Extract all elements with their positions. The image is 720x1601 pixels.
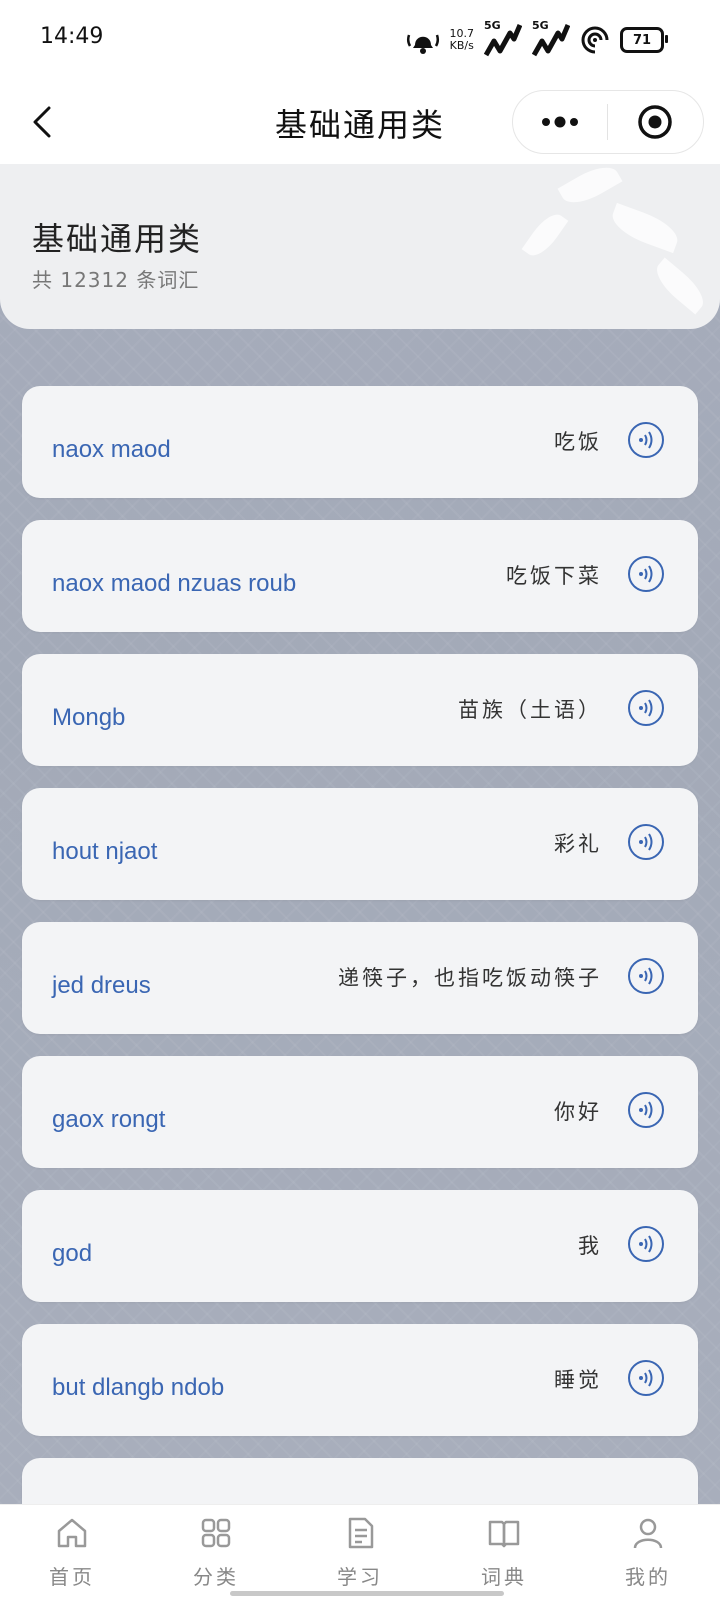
word-meaning: 你好 — [554, 1100, 602, 1124]
status-time: 14:49 — [40, 24, 104, 49]
category-title: 基础通用类 — [32, 220, 203, 258]
signal-5g-icon: 5G — [531, 19, 571, 59]
category-header: 基础通用类 共 12312 条词汇 — [0, 164, 720, 329]
speaker-icon — [639, 431, 653, 449]
speaker-icon — [639, 1235, 653, 1253]
word-card[interactable]: but dlangb ndob 睡觉 — [22, 1324, 698, 1436]
nav-bar: 基础通用类 — [0, 80, 720, 164]
word-meaning: 我 — [578, 1234, 602, 1258]
word-card[interactable]: gaox rongt 你好 — [22, 1056, 698, 1168]
sim1-label: 5G — [484, 19, 501, 32]
bottom-tab-bar: 首页 分类 学习 词典 我的 — [0, 1504, 720, 1601]
leaf-decoration — [649, 257, 711, 315]
word-card[interactable]: naox maod 吃饭 — [22, 386, 698, 498]
play-audio-button[interactable] — [628, 1226, 664, 1262]
tab-label: 首页 — [49, 1565, 95, 1589]
tab-label: 分类 — [193, 1565, 239, 1589]
speaker-icon — [639, 699, 653, 717]
sim2-label: 5G — [532, 19, 549, 32]
word-card[interactable]: jed dreus 递筷子，也指吃饭动筷子 — [22, 922, 698, 1034]
play-audio-button[interactable] — [628, 1092, 664, 1128]
book-icon — [488, 1520, 520, 1548]
leaf-decoration — [607, 202, 683, 254]
alarm-icon — [406, 34, 439, 54]
play-audio-button[interactable] — [628, 958, 664, 994]
more-button[interactable] — [513, 91, 607, 153]
close-button[interactable] — [608, 91, 702, 153]
net-speed-unit: KB/s — [449, 39, 474, 52]
word-meaning: 睡觉 — [554, 1368, 602, 1392]
word-meaning: 递筷子，也指吃饭动筷子 — [338, 966, 602, 990]
tab-label: 我的 — [625, 1565, 671, 1589]
word-meaning: 吃饭下菜 — [506, 564, 602, 588]
home-icon — [57, 1518, 87, 1548]
word-text: hout njaot — [52, 838, 158, 865]
play-audio-button[interactable] — [628, 824, 664, 860]
speaker-icon — [639, 565, 653, 583]
status-icons: 10.7 KB/s 5G 5G 71 — [406, 18, 668, 62]
word-meaning: 苗族（土语） — [458, 698, 602, 722]
word-meaning: 吃饭 — [554, 430, 602, 454]
play-audio-button[interactable] — [628, 690, 664, 726]
tab-label: 学习 — [337, 1565, 383, 1589]
word-text: Mongb — [52, 704, 126, 731]
leaf-decoration — [521, 208, 569, 262]
battery-icon: 71 — [620, 27, 668, 53]
play-audio-button[interactable] — [628, 556, 664, 592]
close-target-icon — [638, 105, 672, 139]
tab-label: 词典 — [481, 1565, 527, 1589]
user-icon — [633, 1518, 663, 1549]
speaker-icon — [639, 1101, 653, 1119]
word-card[interactable]: naox maod nzuas roub 吃饭下菜 — [22, 520, 698, 632]
net-speed: 10.7 KB/s — [450, 28, 475, 52]
word-card[interactable]: hout njaot 彩礼 — [22, 788, 698, 900]
speaker-icon — [639, 1369, 653, 1387]
signal-5g-icon: 5G — [483, 19, 523, 59]
battery-level: 71 — [632, 32, 652, 48]
word-text: naox maod nzuas roub — [52, 570, 297, 597]
play-audio-button[interactable] — [628, 422, 664, 458]
word-text: gaox rongt — [52, 1106, 166, 1133]
home-indicator[interactable] — [230, 1591, 504, 1596]
word-text: naox maod — [52, 436, 171, 463]
word-text: but dlangb ndob — [52, 1374, 225, 1401]
tab-mine[interactable]: 我的 — [576, 1505, 720, 1601]
word-card[interactable]: Mongb 苗族（土语） — [22, 654, 698, 766]
tab-dictionary[interactable]: 词典 — [432, 1505, 576, 1601]
tab-home[interactable]: 首页 — [0, 1505, 144, 1601]
play-audio-button[interactable] — [628, 1360, 664, 1396]
word-count: 共 12312 条词汇 — [32, 268, 200, 292]
speaker-icon — [639, 833, 653, 851]
word-text: god — [52, 1240, 93, 1267]
mini-program-capsule — [512, 90, 704, 154]
hotspot-icon — [581, 26, 609, 54]
tab-category[interactable]: 分类 — [144, 1505, 288, 1601]
more-dots-icon — [542, 116, 578, 128]
word-card[interactable]: god 我 — [22, 1190, 698, 1302]
status-bar: 14:49 10.7 KB/s 5G 5G 71 — [0, 0, 720, 80]
word-text: jed dreus — [52, 972, 151, 999]
speaker-icon — [639, 967, 653, 985]
tab-study[interactable]: 学习 — [288, 1505, 432, 1601]
word-list: naox maod 吃饭 naox maod nzuas roub 吃饭下菜 M… — [22, 386, 698, 1592]
document-icon — [348, 1517, 374, 1549]
word-meaning: 彩礼 — [554, 832, 602, 856]
grid-icon — [201, 1518, 231, 1548]
leaf-decoration — [557, 164, 623, 212]
